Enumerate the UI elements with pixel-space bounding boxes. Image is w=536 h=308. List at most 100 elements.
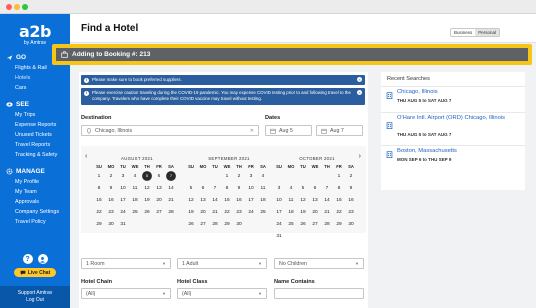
calendar-day[interactable]: 14 — [165, 182, 177, 194]
calendar-day[interactable]: 24 — [117, 206, 129, 218]
calendar-day[interactable]: 12 — [297, 194, 309, 206]
logo[interactable]: a2b by Amtrav — [0, 14, 70, 46]
rooms-select[interactable]: 1 Room ▼ — [81, 258, 171, 269]
recent-search-item[interactable]: Chicago, Illinois THU AUG 5 to SAT AUG 7 — [381, 86, 525, 112]
calendar-day[interactable]: 1 — [221, 170, 233, 182]
recent-search-item[interactable]: Boston, Massachusetts MON SEP 6 to THU S… — [381, 145, 525, 171]
calendar-day[interactable]: 27 — [309, 218, 321, 230]
calendar-day[interactable]: 9 — [105, 182, 117, 194]
sidebar-item-travel-reports[interactable]: Travel Reports — [15, 140, 70, 150]
calendar-day[interactable]: 28 — [165, 206, 177, 218]
calendar-day[interactable]: 18 — [285, 206, 297, 218]
calendar-day[interactable]: 4 — [285, 182, 297, 194]
calendar-day[interactable]: 22 — [93, 206, 105, 218]
sidebar-item-travel-policy[interactable]: Travel Policy — [15, 217, 70, 227]
help-icon[interactable]: ? — [22, 254, 33, 264]
destination-input[interactable]: Chicago, Illinois ✕ — [81, 125, 259, 136]
calendar-day[interactable]: 4 — [129, 170, 141, 182]
close-window-button[interactable] — [6, 4, 12, 10]
calendar-day[interactable]: 19 — [141, 194, 153, 206]
calendar-day[interactable]: 27 — [197, 218, 209, 230]
calendar-day[interactable]: 10 — [245, 182, 257, 194]
checkout-date-input[interactable]: Aug 7 — [316, 125, 363, 136]
calendar-day[interactable]: 15 — [221, 194, 233, 206]
calendar-day[interactable]: 31 — [273, 230, 285, 242]
calendar-day[interactable]: 22 — [221, 206, 233, 218]
calendar-day[interactable]: 5 — [297, 182, 309, 194]
calendar-day[interactable]: 3 — [117, 170, 129, 182]
calendar-day[interactable]: 22 — [333, 206, 345, 218]
calendar-day[interactable]: 26 — [185, 218, 197, 230]
sidebar-item-company-settings[interactable]: Company Settings — [15, 207, 70, 217]
calendar-day[interactable]: 2 — [345, 170, 357, 182]
toggle-business[interactable]: Business — [450, 29, 476, 36]
calendar-day[interactable]: 26 — [141, 206, 153, 218]
calendar-day[interactable]: 9 — [233, 182, 245, 194]
calendar-day[interactable]: 28 — [321, 218, 333, 230]
calendar-day[interactable]: 10 — [117, 182, 129, 194]
minimize-window-button[interactable] — [14, 4, 20, 10]
calendar-day[interactable]: 19 — [185, 206, 197, 218]
calendar-day[interactable]: 3 — [245, 170, 257, 182]
sidebar-item-tracking-safety[interactable]: Tracking & Safety — [15, 150, 70, 160]
calendar-day[interactable]: 29 — [221, 218, 233, 230]
calendar-day[interactable]: 18 — [129, 194, 141, 206]
prev-month-arrow-icon[interactable]: ‹ — [85, 153, 87, 160]
calendar-day[interactable]: 11 — [257, 182, 269, 194]
calendar-day[interactable]: 12 — [141, 182, 153, 194]
toggle-personal[interactable]: Personal — [475, 29, 499, 36]
calendar-day[interactable]: 25 — [257, 206, 269, 218]
calendar-day[interactable]: 9 — [345, 182, 357, 194]
calendar-day[interactable]: 28 — [209, 218, 221, 230]
logout-link[interactable]: Log Out — [0, 297, 70, 304]
calendar-day[interactable]: 8 — [93, 182, 105, 194]
calendar-day[interactable]: 25 — [129, 206, 141, 218]
calendar-day[interactable]: 2 — [233, 170, 245, 182]
calendar-day[interactable]: 21 — [321, 206, 333, 218]
dismiss-alert-button[interactable]: × — [357, 77, 362, 82]
calendar-day[interactable]: 7 — [166, 171, 176, 181]
sidebar-item-my-trips[interactable]: My Trips — [15, 110, 70, 120]
calendar-day[interactable]: 8 — [221, 182, 233, 194]
name-contains-input[interactable] — [274, 288, 364, 299]
calendar-day[interactable]: 21 — [209, 206, 221, 218]
calendar-day[interactable]: 17 — [273, 206, 285, 218]
sidebar-item-expense-reports[interactable]: Expense Reports — [15, 120, 70, 130]
calendar-day[interactable]: 10 — [273, 194, 285, 206]
sidebar-item-my-profile[interactable]: My Profile — [15, 177, 70, 187]
calendar-day[interactable]: 17 — [117, 194, 129, 206]
dismiss-alert-button[interactable]: × — [357, 90, 362, 95]
calendar-day[interactable]: 30 — [105, 218, 117, 230]
calendar-day[interactable]: 1 — [93, 170, 105, 182]
sidebar-item-my-team[interactable]: My Team — [15, 187, 70, 197]
calendar-day[interactable]: 3 — [273, 182, 285, 194]
calendar-day[interactable]: 7 — [209, 182, 221, 194]
calendar-day[interactable]: 24 — [245, 206, 257, 218]
calendar-day[interactable]: 14 — [209, 194, 221, 206]
calendar-day[interactable]: 13 — [197, 194, 209, 206]
live-chat-button[interactable]: Live Chat — [14, 268, 56, 277]
calendar-day[interactable]: 13 — [309, 194, 321, 206]
calendar-day[interactable]: 16 — [105, 194, 117, 206]
clear-destination-icon[interactable]: ✕ — [250, 128, 254, 134]
hotel-chain-select[interactable]: (All) ▼ — [81, 288, 171, 299]
user-icon[interactable] — [37, 254, 48, 264]
calendar-day[interactable]: 26 — [297, 218, 309, 230]
calendar-day[interactable]: 16 — [233, 194, 245, 206]
hotel-class-select[interactable]: (All) ▼ — [177, 288, 267, 299]
calendar-day[interactable]: 23 — [345, 206, 357, 218]
calendar-day[interactable]: 17 — [245, 194, 257, 206]
calendar-day[interactable]: 29 — [93, 218, 105, 230]
calendar-day[interactable]: 25 — [285, 218, 297, 230]
sidebar-item-cars[interactable]: Cars — [15, 83, 70, 93]
calendar-day[interactable]: 1 — [333, 170, 345, 182]
calendar-day[interactable]: 11 — [129, 182, 141, 194]
calendar-day[interactable]: 15 — [93, 194, 105, 206]
calendar-day[interactable]: 16 — [345, 194, 357, 206]
calendar-day[interactable]: 18 — [257, 194, 269, 206]
calendar-day[interactable]: 5 — [185, 182, 197, 194]
calendar-day[interactable]: 27 — [153, 206, 165, 218]
checkin-date-input[interactable]: Aug 5 — [265, 125, 312, 136]
calendar-day[interactable]: 6 — [153, 170, 165, 182]
calendar-day[interactable]: 21 — [165, 194, 177, 206]
